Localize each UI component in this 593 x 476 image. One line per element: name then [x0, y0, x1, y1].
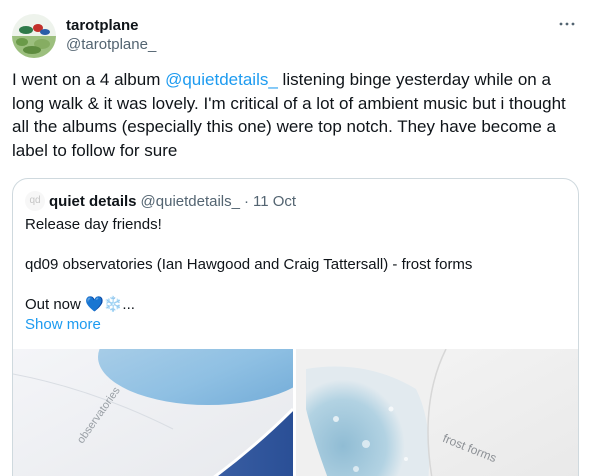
avatar-image: [12, 14, 56, 58]
quote-avatar[interactable]: qd: [25, 191, 45, 211]
out-now-text: Out now: [25, 296, 86, 313]
tweet-text-start: I went on a 4 album: [12, 70, 166, 89]
media-grid: observatories frost forms: [13, 349, 578, 476]
author-names: tarotplane @tarotplane_: [66, 17, 156, 55]
handle[interactable]: @tarotplane_: [66, 35, 156, 55]
album-cover-disc-image: [13, 349, 293, 476]
quote-date[interactable]: 11 Oct: [253, 193, 296, 210]
tweet: tarotplane @tarotplane_ I went on a 4 al…: [0, 0, 593, 476]
quote-header: qd quiet details @quietdetails_ · 11 Oct: [25, 191, 296, 211]
quote-display-name[interactable]: quiet details: [49, 193, 137, 210]
show-more-link[interactable]: Show more: [25, 315, 565, 335]
snowflake-icon: ❄️: [103, 296, 123, 313]
media-image-right[interactable]: frost forms: [296, 349, 578, 476]
separator-dot: ·: [244, 192, 249, 210]
album-cover-frost-image: [296, 349, 578, 476]
blue-heart-icon: 💙: [85, 296, 104, 313]
mention-link[interactable]: @quietdetails_: [165, 70, 278, 89]
quote-line-3: Out now 💙❄️...: [25, 295, 565, 315]
tweet-text: I went on a 4 album @quietdetails_ liste…: [12, 68, 582, 162]
ellipsis-text: ...: [122, 296, 135, 313]
display-name[interactable]: tarotplane: [66, 17, 156, 35]
quote-text: Release day friends! qd09 observatories …: [25, 215, 565, 335]
ellipsis-icon[interactable]: [557, 14, 577, 34]
avatar[interactable]: [12, 14, 56, 58]
quote-line-1: Release day friends!: [25, 216, 162, 233]
quoted-tweet[interactable]: qd quiet details @quietdetails_ · 11 Oct…: [12, 178, 579, 476]
tweet-header: tarotplane @tarotplane_: [12, 12, 581, 58]
quote-handle[interactable]: @quietdetails_: [141, 193, 240, 210]
media-image-left[interactable]: observatories: [13, 349, 293, 476]
quote-line-2: qd09 observatories (Ian Hawgood and Crai…: [25, 256, 473, 273]
